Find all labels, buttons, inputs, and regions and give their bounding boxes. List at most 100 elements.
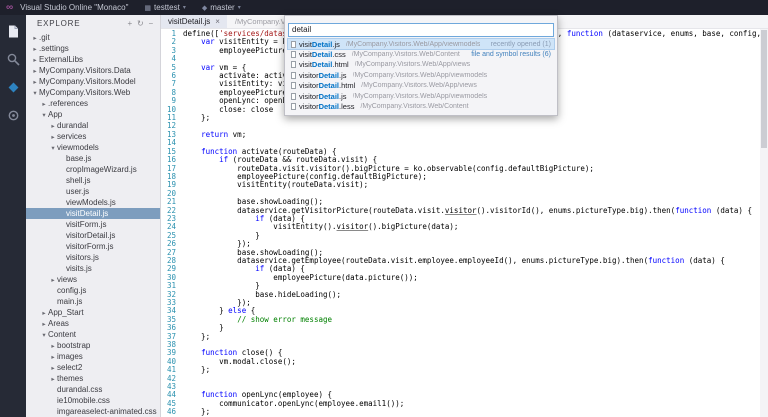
code-line-32[interactable]: 32 base.hideLoading(); [161,291,768,299]
tree-item-shell-js[interactable]: shell.js [26,175,160,186]
tree-item-services[interactable]: ▸services [26,131,160,142]
tree-item-viewmodels[interactable]: ▾viewmodels [26,142,160,153]
code-line-36[interactable]: 36 } [161,324,768,332]
tree-item-select2[interactable]: ▸select2 [26,362,160,373]
tree-item-content[interactable]: ▾Content [26,329,160,340]
tree-item-themes[interactable]: ▸themes [26,373,160,384]
tree-item-visitorform-js[interactable]: visitorForm.js [26,241,160,252]
tree-item-user-js[interactable]: user.js [26,186,160,197]
tree-item-settings[interactable]: ▸.settings [26,43,160,54]
code-line-46[interactable]: 46 }; [161,408,768,416]
tree-item-app[interactable]: ▾App [26,109,160,120]
git-icon[interactable] [6,80,21,95]
tree-item-mycompany-visitors-model[interactable]: ▸MyCompany.Visitors.Model [26,76,160,87]
tree-item-app-start[interactable]: ▸App_Start [26,307,160,318]
code-line-19[interactable]: 19 visitEntity(routeData.visit); [161,181,768,189]
tree-item-images[interactable]: ▸images [26,351,160,362]
code-line-13[interactable]: 13 return vm; [161,131,768,139]
code-line-25[interactable]: 25 } [161,232,768,240]
settings-icon[interactable] [6,108,21,123]
code-line-22[interactable]: 22 dataservice.getVisitorPicture(routeDa… [161,207,768,215]
tree-item-cropimagewizard-js[interactable]: cropImageWizard.js [26,164,160,175]
code-line-27[interactable]: 27 base.showLoading(); [161,249,768,257]
code-line-33[interactable]: 33 }); [161,299,768,307]
refresh-icon[interactable]: ↻ [137,20,145,28]
quick-open-result-4[interactable]: visitorDetail.js/MyCompany.Visitors.Web/… [288,70,554,80]
tree-item-mycompany-visitors-data[interactable]: ▸MyCompany.Visitors.Data [26,65,160,76]
code-line-42[interactable]: 42 [161,375,768,383]
code-line-38[interactable]: 38 [161,341,768,349]
tree-item-views[interactable]: ▸views [26,274,160,285]
code-line-30[interactable]: 30 employeePicture(data.picture()); [161,274,768,282]
search-icon[interactable] [6,52,21,67]
code-line-29[interactable]: 29 if (data) { [161,265,768,273]
tree-item-config-js[interactable]: config.js [26,285,160,296]
quick-open-result-6[interactable]: visitorDetail.js/MyCompany.Visitors.Web/… [288,91,554,101]
tree-item-base-js[interactable]: base.js [26,153,160,164]
explorer-header: EXPLORE + ↻ − [26,15,160,32]
tree-item-label: services [57,132,86,141]
tree-item-visitordetail-js[interactable]: visitorDetail.js [26,230,160,241]
code-line-15[interactable]: 15 function activate(routeData) { [161,148,768,156]
code-line-43[interactable]: 43 [161,383,768,391]
tree-item-areas[interactable]: ▸Areas [26,318,160,329]
code-line-18[interactable]: 18 employeePicture(config.defaultBigPict… [161,173,768,181]
result-filename: visitDetail.js [299,40,340,49]
project-selector[interactable]: ▦ testtest ▾ [144,3,185,12]
quick-open-result-5[interactable]: visitorDetail.html/MyCompany.Visitors.We… [288,81,554,91]
code-line-39[interactable]: 39 function close() { [161,349,768,357]
code-line-26[interactable]: 26 }); [161,240,768,248]
code-line-35[interactable]: 35 // show error message [161,316,768,324]
code-line-21[interactable]: 21 base.showLoading(); [161,198,768,206]
quick-open-result-2[interactable]: visitDetail.css/MyCompany.Visitors.Web/C… [288,49,554,59]
code-line-31[interactable]: 31 } [161,282,768,290]
code-line-23[interactable]: 23 if (data) { [161,215,768,223]
tree-item-main-js[interactable]: main.js [26,296,160,307]
code-line-41[interactable]: 41 }; [161,366,768,374]
quick-open-result-3[interactable]: visitDetail.html/MyCompany.Visitors.Web/… [288,60,554,70]
scrollbar-thumb[interactable] [761,30,767,148]
tree-item-externallibs[interactable]: ▸ExternalLibs [26,54,160,65]
code-line-34[interactable]: 34 } else { [161,307,768,315]
code-line-28[interactable]: 28 dataservice.getEmployee(routeData.vis… [161,257,768,265]
tree-item-mycompany-visitors-web[interactable]: ▾MyCompany.Visitors.Web [26,87,160,98]
editor-scrollbar[interactable] [760,29,768,417]
tree-item-durandal-css[interactable]: durandal.css [26,384,160,395]
code-line-12[interactable]: 12 [161,122,768,130]
code-line-44[interactable]: 44 function openLync(employee) { [161,391,768,399]
tree-item-visits-js[interactable]: visits.js [26,263,160,274]
files-icon[interactable] [6,24,21,39]
quick-open-panel: visitDetail.js/MyCompany.Visitors.Web/Ap… [284,15,558,116]
chevron-down-icon: ▾ [40,111,48,119]
quick-open-result-7[interactable]: visitorDetail.less/MyCompany.Visitors.We… [288,101,554,111]
new-file-icon[interactable]: + [128,20,133,28]
quick-open-result-1[interactable]: visitDetail.js/MyCompany.Visitors.Web/Ap… [288,39,554,49]
branch-selector[interactable]: ◆ master ▾ [202,3,241,12]
result-filename: visitDetail.html [299,60,349,69]
tree-item-bootstrap[interactable]: ▸bootstrap [26,340,160,351]
tab-visitdetail-js[interactable]: visitDetail.js × [161,15,227,28]
code-line-37[interactable]: 37 }; [161,333,768,341]
tree-item-visitors-js[interactable]: visitors.js [26,252,160,263]
code-line-24[interactable]: 24 visitEntity().visitor().bigPicture(da… [161,223,768,231]
tree-item-references[interactable]: ▸.references [26,98,160,109]
tree-item-label: imgareaselect-animated.css [57,407,157,416]
app-window: ∞ Visual Studio Online "Monaco" ▦ testte… [0,0,768,417]
tree-item-visitform-js[interactable]: visitForm.js [26,219,160,230]
code-text: visitEntity(routeData.visit); [183,181,368,189]
code-line-40[interactable]: 40 vm.modal.close(); [161,358,768,366]
tree-item-imgareaselect-animated-css[interactable]: imgareaselect-animated.css [26,406,160,417]
tree-item-visitdetail-js[interactable]: visitDetail.js [26,208,160,219]
tree-item-git[interactable]: ▸.git [26,32,160,43]
collapse-all-icon[interactable]: − [149,20,154,28]
code-line-45[interactable]: 45 communicator.openLync(employee.email1… [161,400,768,408]
quick-open-input[interactable] [288,23,554,37]
code-line-16[interactable]: 16 if (routeData && routeData.visit) { [161,156,768,164]
tree-item-durandal[interactable]: ▸durandal [26,120,160,131]
close-icon[interactable]: × [215,17,220,26]
code-line-14[interactable]: 14 [161,139,768,147]
tree-item-viewmodels-js[interactable]: viewModels.js [26,197,160,208]
code-line-17[interactable]: 17 routeData.visit.visitor().bigPicture … [161,165,768,173]
code-line-20[interactable]: 20 [161,190,768,198]
tree-item-ie10mobile-css[interactable]: ie10mobile.css [26,395,160,406]
